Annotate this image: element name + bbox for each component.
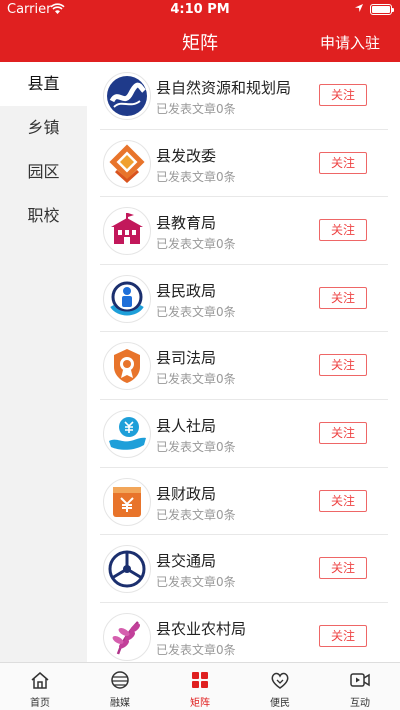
article-count: 已发表文章0条 [156, 439, 236, 454]
tab-convenience[interactable]: 便民 [240, 663, 320, 710]
location-icon [355, 4, 363, 12]
list-item[interactable]: 县农业农村局 已发表文章0条 关注 [100, 603, 388, 662]
transport-logo-icon [103, 545, 151, 594]
article-count: 已发表文章0条 [156, 575, 236, 590]
account-name: 县发改委 [156, 146, 217, 165]
account-name: 县教育局 [156, 214, 217, 233]
agriculture-logo-icon [103, 612, 151, 661]
article-count: 已发表文章0条 [156, 102, 236, 116]
account-name: 县自然资源和规划局 [156, 79, 292, 97]
follow-button[interactable]: 关注 [319, 151, 367, 174]
tab-interact[interactable]: 互动 [320, 663, 400, 710]
tab-label: 便民 [270, 698, 290, 709]
matrix-icon [192, 672, 208, 688]
media-icon [111, 671, 129, 689]
article-count: 已发表文章0条 [156, 372, 236, 387]
finance-logo-icon [103, 477, 151, 526]
account-name: 县人社局 [156, 416, 217, 435]
list-item[interactable]: 县交通局 已发表文章0条 关注 [100, 535, 388, 603]
follow-button[interactable]: 关注 [319, 557, 367, 580]
category-sidebar: 县直 乡镇 园区 职校 [0, 62, 87, 662]
account-name: 县民政局 [156, 281, 217, 300]
home-icon [31, 672, 49, 689]
sidebar-item-county[interactable]: 县直 [0, 62, 87, 106]
list-item[interactable]: 县自然资源和规划局 已发表文章0条 关注 [100, 62, 388, 130]
follow-button[interactable]: 关注 [319, 489, 367, 512]
account-name: 县农业农村局 [156, 619, 247, 638]
tab-label: 互动 [350, 698, 370, 709]
follow-button[interactable]: 关注 [319, 624, 367, 647]
sidebar-item-label: 职校 [27, 206, 60, 225]
account-name: 县交通局 [156, 552, 217, 571]
sidebar-item-label: 园区 [27, 162, 60, 181]
civil-affairs-logo-icon [103, 274, 151, 323]
list-item[interactable]: 县人社局 已发表文章0条 关注 [100, 400, 388, 468]
nav-bar: 矩阵 申请入驻 [0, 20, 400, 62]
article-count: 已发表文章0条 [156, 642, 236, 657]
natural-resources-logo-icon [103, 72, 151, 120]
follow-button[interactable]: 关注 [319, 84, 367, 106]
follow-button[interactable]: 关注 [319, 421, 367, 444]
development-reform-logo-icon [103, 139, 151, 188]
education-logo-icon [103, 207, 151, 256]
follow-button[interactable]: 关注 [319, 286, 367, 309]
list-item[interactable]: 县司法局 已发表文章0条 关注 [100, 332, 388, 400]
sidebar-item-label: 县直 [27, 74, 60, 93]
heart-icon [271, 672, 289, 689]
justice-logo-icon [103, 342, 151, 391]
list-item[interactable]: 县教育局 已发表文章0条 关注 [100, 197, 388, 265]
battery-icon [370, 4, 394, 15]
sidebar-item-park[interactable]: 园区 [0, 150, 87, 194]
tab-matrix[interactable]: 矩阵 [160, 663, 240, 710]
tab-label: 矩阵 [190, 698, 210, 709]
tab-label: 首页 [30, 698, 50, 709]
article-count: 已发表文章0条 [156, 169, 236, 184]
human-resources-logo-icon [103, 409, 151, 458]
article-count: 已发表文章0条 [156, 304, 236, 319]
list-item[interactable]: 县民政局 已发表文章0条 关注 [100, 265, 388, 333]
sidebar-item-township[interactable]: 乡镇 [0, 106, 87, 150]
tab-media[interactable]: 融媒 [80, 663, 160, 710]
account-name: 县财政局 [156, 484, 217, 503]
follow-button[interactable]: 关注 [319, 354, 367, 377]
article-count: 已发表文章0条 [156, 507, 236, 522]
video-icon [350, 673, 370, 687]
account-name: 县司法局 [156, 349, 217, 368]
article-count: 已发表文章0条 [156, 237, 236, 252]
sidebar-item-label: 乡镇 [27, 118, 60, 137]
follow-button[interactable]: 关注 [319, 219, 367, 242]
apply-join-button[interactable]: 申请入驻 [320, 32, 380, 53]
list-item[interactable]: 县财政局 已发表文章0条 关注 [100, 468, 388, 536]
clock: 4:10 PM [170, 2, 230, 17]
tab-label: 融媒 [110, 698, 130, 709]
account-list: 县自然资源和规划局 已发表文章0条 关注 县发改委 已发表文章0条 关注 县教育… [100, 62, 388, 662]
status-bar: Carrier 4:10 PM [0, 0, 400, 20]
tab-home[interactable]: 首页 [0, 663, 80, 710]
sidebar-item-vocational-school[interactable]: 职校 [0, 194, 87, 238]
bottom-tab-bar: 首页 融媒 矩阵 便民 互动 [0, 662, 400, 710]
list-item[interactable]: 县发改委 已发表文章0条 关注 [100, 130, 388, 198]
